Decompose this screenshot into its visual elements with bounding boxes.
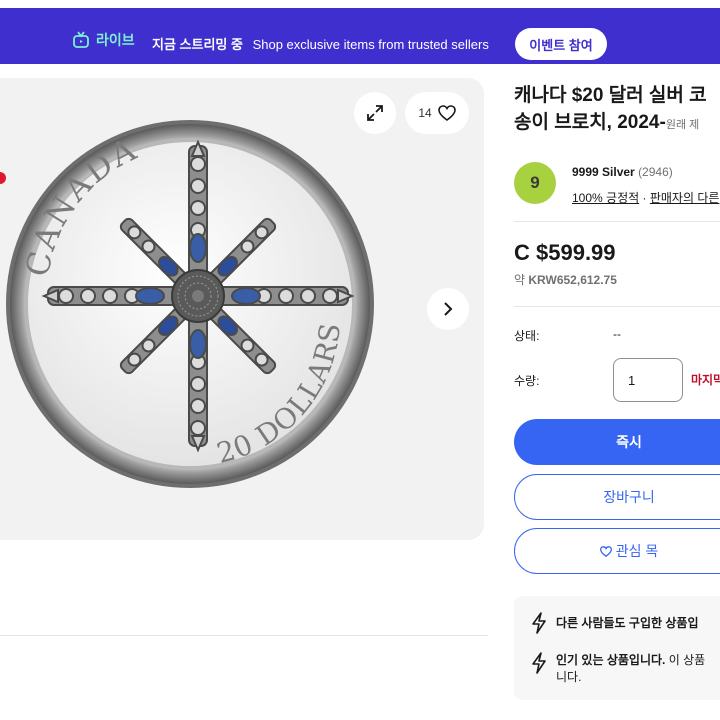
seller-avatar[interactable]: 9 [514,162,556,204]
price-approx-value: KRW652,612.75 [528,273,617,287]
price-main: C $599.99 [514,240,616,265]
banner-message: 지금 스트리밍 중 Shop exclusive items from trus… [152,34,489,53]
condition-label: 상태: [514,329,540,343]
chevron-right-icon [444,302,453,316]
next-image-button[interactable] [427,288,469,330]
highlight-bold: 인기 있는 상품입니다. [556,653,666,667]
watch-count: 14 [418,106,432,120]
title-line-2: 송이 브로치, 2024- [514,112,666,133]
add-to-cart-button[interactable]: 장바구니 [514,474,720,520]
item-highlights: 다른 사람들도 구입한 상품입 인기 있는 상품입니다. 이 상품 니다. [514,596,720,700]
original-title-link[interactable]: 원래 제 [666,119,699,131]
live-promo-bar[interactable]: 라이브 지금 스트리밍 중 Shop exclusive items from … [0,8,720,64]
lightning-icon [532,612,546,634]
dot-separator: · [642,191,650,205]
expand-image-button[interactable] [354,92,396,134]
highlight-row: 다른 사람들도 구입한 상품입 [530,612,720,637]
price-converted: 약 KRW652,612.75 [514,271,617,288]
quantity-label: 수량: [514,374,540,388]
add-to-watchlist-button[interactable]: 관심 목 [514,528,720,574]
seller-info: 9 9999 Silver (2946) 100% 긍정적 · 판매자의 다른 [514,160,720,208]
expand-icon [367,105,383,121]
watch-count-button[interactable]: 14 [405,92,469,134]
banner-text: Shop exclusive items from trusted seller… [252,37,489,52]
highlight-line-2: 니다. [556,670,582,684]
heart-icon [437,105,456,121]
seller-feedback-line: 100% 긍정적 · 판매자의 다른 [572,189,719,206]
seller-other-items-link[interactable]: 판매자의 다른 [650,191,720,205]
live-label: 라이브 [96,32,135,48]
highlight-text: 인기 있는 상품입니다. 이 상품 니다. [556,652,720,686]
seller-feedback-count: (2946) [638,165,673,179]
join-event-button[interactable]: 이벤트 참여 [515,28,607,60]
live-stream-icon [73,31,89,48]
banner-prefix: 지금 스트리밍 중 [152,37,243,52]
buy-now-button[interactable]: 즉시 [514,419,720,465]
listing-title: 캐나다 $20 달러 실버 코 송이 브로치, 2024-원래 제 [514,82,720,139]
highlight-text: 다른 사람들도 구입한 상품입 [556,616,699,630]
highlight-rest: 이 상품 [665,653,706,667]
seller-positive-feedback[interactable]: 100% 긍정적 [572,191,639,205]
highlight-row: 인기 있는 상품입니다. 이 상품 니다. [530,652,720,686]
condition-value: -- [613,327,621,341]
section-divider [514,221,720,222]
top-banner: 라이브 지금 스트리밍 중 Shop exclusive items from … [0,0,720,72]
last-item-notice: 마지막 [691,373,720,387]
lightning-icon [532,652,546,674]
coin-image: CANADA 20 DOLLARS [6,120,374,488]
title-line-1: 캐나다 $20 달러 실버 코 [514,85,707,106]
seller-name-line[interactable]: 9999 Silver (2946) [572,165,673,179]
section-divider [514,306,720,307]
quantity-input[interactable] [613,358,683,402]
heart-icon [599,545,612,557]
live-badge[interactable]: 라이브 [72,30,135,50]
price-approx-prefix: 약 [514,273,526,287]
seller-name[interactable]: 9999 Silver [572,165,635,179]
content-divider [0,635,488,636]
image-gallery[interactable]: CANADA 20 DOLLARS 14 [0,78,484,540]
watchlist-label: 관심 목 [615,543,659,559]
